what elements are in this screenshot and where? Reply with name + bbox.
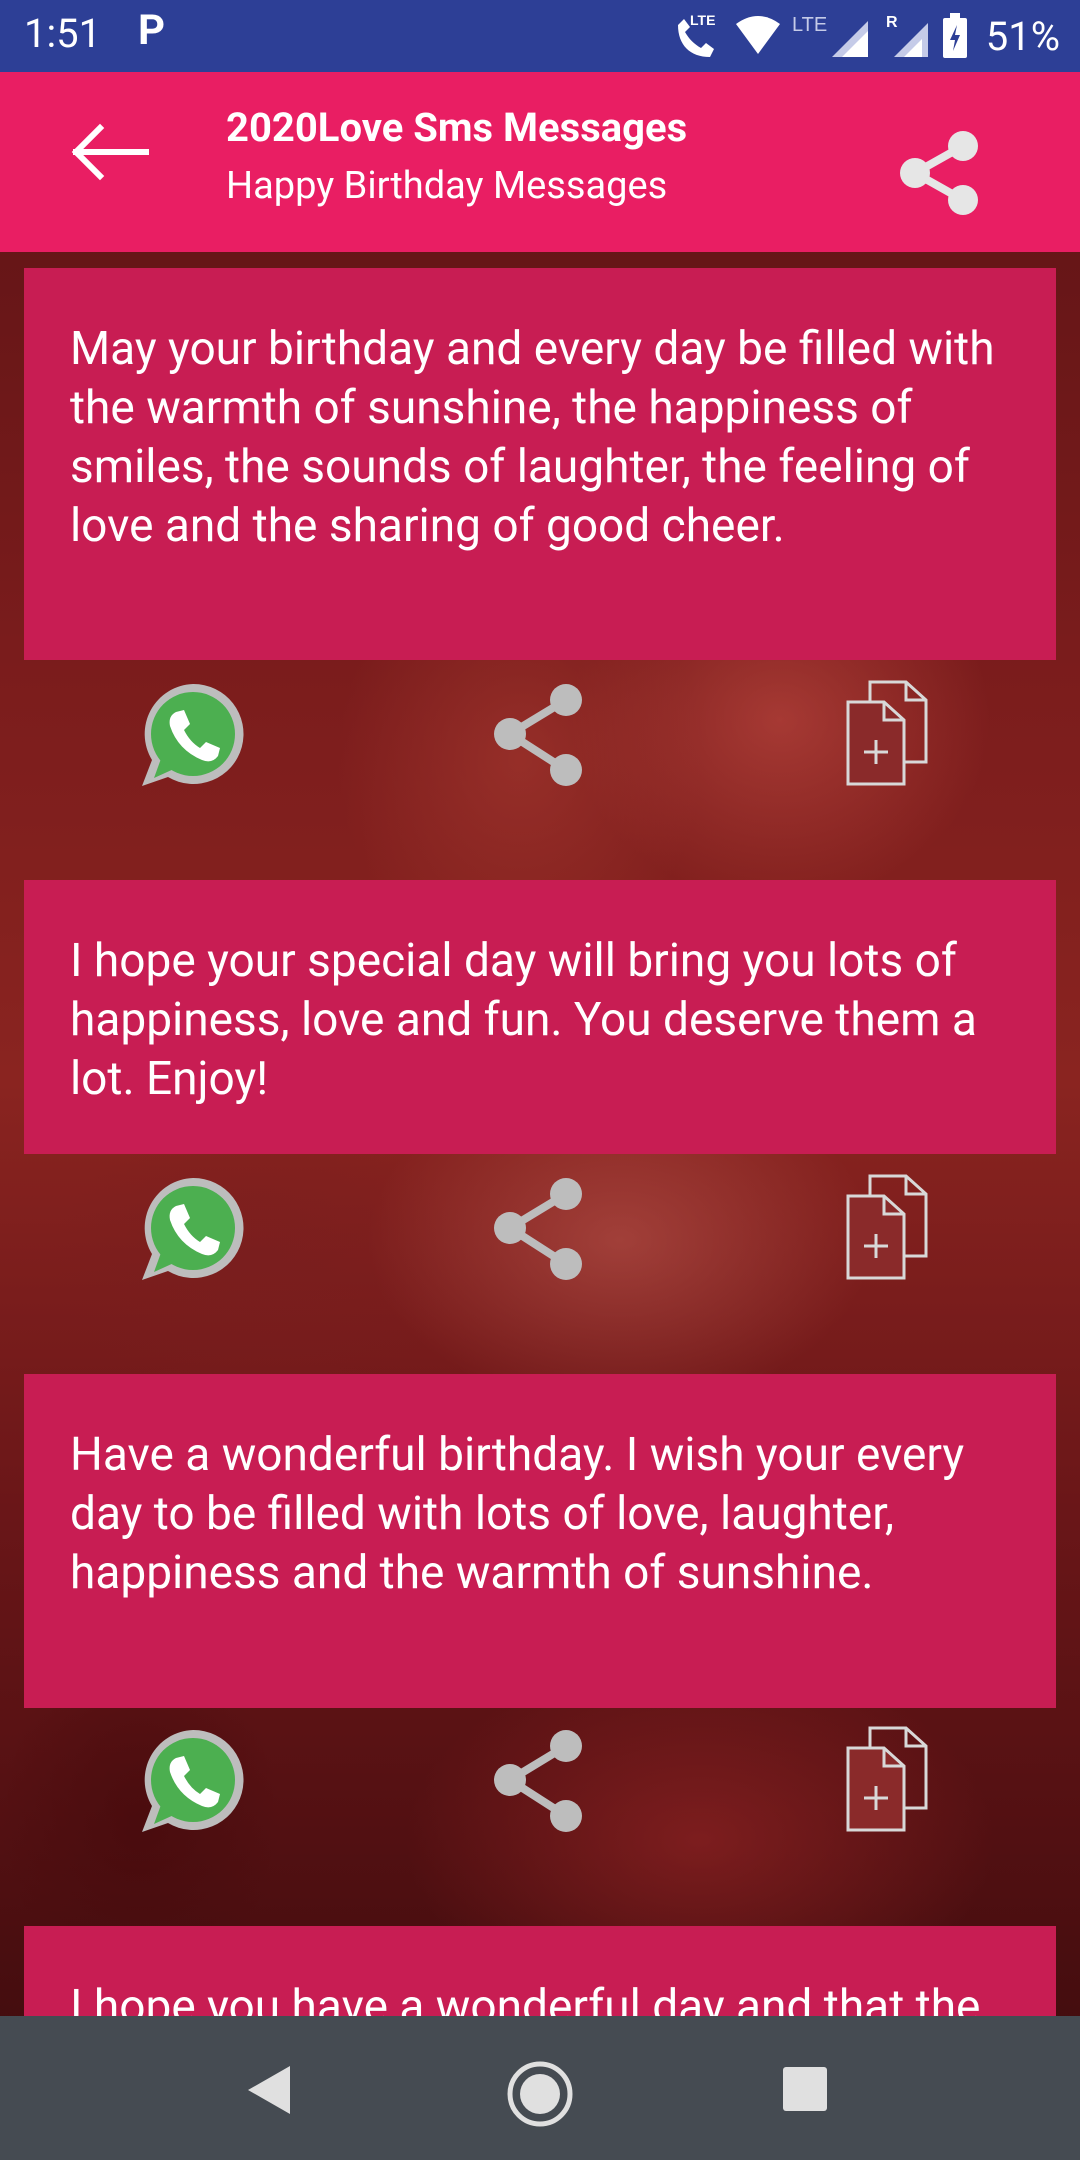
message-card[interactable]: Have a wonderful birthday. I wish your e… xyxy=(24,1374,1056,1708)
wifi-icon xyxy=(735,16,780,54)
share-icon xyxy=(900,131,978,215)
copy-icon xyxy=(846,1174,928,1280)
notification-p-icon: P xyxy=(138,6,166,55)
square-recents-icon xyxy=(783,2067,827,2111)
lte-call-icon: LTE xyxy=(677,12,715,57)
message-text: Have a wonderful birthday. I wish your e… xyxy=(70,1428,965,1600)
whatsapp-button[interactable] xyxy=(138,680,248,790)
message-actions xyxy=(0,1170,1080,1290)
message-text: I hope your special day will bring you l… xyxy=(70,934,977,1106)
copy-button[interactable] xyxy=(840,1172,940,1282)
message-actions xyxy=(0,676,1080,796)
message-card[interactable]: I hope your special day will bring you l… xyxy=(24,880,1056,1154)
nav-recents-button[interactable] xyxy=(782,2066,828,2112)
app-subtitle: Happy Birthday Messages xyxy=(226,164,668,208)
app-bar: 2020Love Sms Messages Happy Birthday Mes… xyxy=(0,72,1080,252)
copy-button[interactable] xyxy=(840,1724,940,1834)
app-title: 2020Love Sms Messages xyxy=(226,104,688,151)
triangle-back-icon xyxy=(248,2066,290,2114)
copy-button[interactable] xyxy=(840,678,940,788)
share-icon xyxy=(494,1178,582,1280)
whatsapp-icon xyxy=(142,1729,244,1832)
status-time: 1:51 xyxy=(24,10,102,57)
message-text: May your birthday and every day be fille… xyxy=(70,322,995,553)
circle-home-icon xyxy=(507,2061,573,2127)
status-bar: 1:51 P LTE LTE R 51% xyxy=(0,0,1080,72)
back-button[interactable] xyxy=(70,122,170,202)
arrow-left-icon xyxy=(71,123,149,181)
share-message-button[interactable] xyxy=(490,1726,590,1836)
share-button[interactable] xyxy=(895,128,985,218)
copy-icon xyxy=(846,680,928,786)
lte-label: LTE xyxy=(792,14,827,36)
status-icons: LTE LTE R 51% xyxy=(672,8,1060,64)
signal-lte-icon: LTE xyxy=(792,14,868,57)
message-actions xyxy=(0,1722,1080,1842)
whatsapp-icon xyxy=(142,1177,244,1280)
navigation-bar xyxy=(0,2016,1080,2160)
nav-back-button[interactable] xyxy=(244,2062,294,2118)
whatsapp-button[interactable] xyxy=(138,1726,248,1836)
nav-home-button[interactable] xyxy=(506,2060,574,2128)
whatsapp-icon xyxy=(142,683,244,786)
battery-percent: 51% xyxy=(985,12,1060,60)
lte-call-label: LTE xyxy=(690,12,715,28)
share-message-button[interactable] xyxy=(490,1174,590,1284)
whatsapp-button[interactable] xyxy=(138,1174,248,1284)
share-message-button[interactable] xyxy=(490,680,590,790)
share-icon xyxy=(494,684,582,786)
message-card[interactable]: May your birthday and every day be fille… xyxy=(24,268,1056,660)
signal-roaming-icon: R xyxy=(886,14,928,57)
battery-icon xyxy=(942,13,967,58)
share-icon xyxy=(494,1730,582,1832)
roaming-label: R xyxy=(886,14,898,31)
copy-icon xyxy=(846,1726,928,1832)
